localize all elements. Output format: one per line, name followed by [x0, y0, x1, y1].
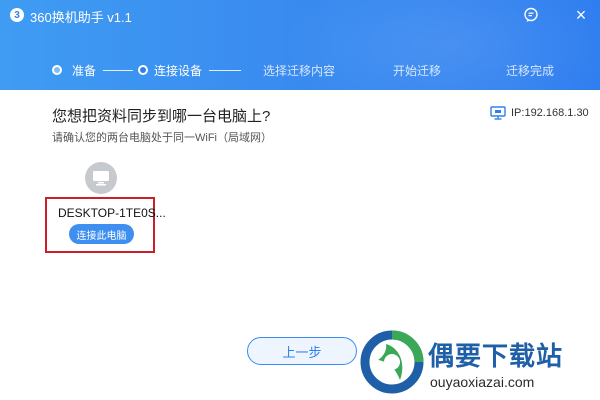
- monitor-icon: [490, 106, 506, 120]
- wifi-hint: 请确认您的两台电脑处于同一WiFi（局域网）: [52, 132, 272, 144]
- app-title: 360换机助手 v1.1: [30, 10, 132, 25]
- device-name: DESKTOP-1TE0S...: [58, 206, 166, 220]
- step-prepare: 准备: [72, 64, 97, 78]
- step-connector: [103, 70, 133, 71]
- computer-icon: [85, 162, 117, 194]
- step-select-content: 选择迁移内容: [263, 64, 336, 78]
- connect-this-computer-button[interactable]: 连接此电脑: [69, 224, 134, 244]
- step-start-migration: 开始迁移: [393, 64, 442, 78]
- ip-address: IP:192.168.1.30: [511, 107, 589, 119]
- step-connect-device: 连接设备: [154, 64, 203, 78]
- chat-bubble-icon[interactable]: [522, 6, 540, 24]
- step-dot-connect: [138, 65, 148, 75]
- close-icon[interactable]: ×: [572, 5, 590, 25]
- page-question: 您想把资料同步到哪一台电脑上?: [52, 108, 271, 125]
- step-connector: [209, 70, 241, 71]
- step-dot-prepare: [52, 65, 62, 75]
- watermark-logo-icon: [360, 330, 424, 394]
- watermark-title: 偶要下载站: [428, 341, 564, 371]
- title-bar: 3 360换机助手 v1.1 × 准备 连接设备 选择迁移内容 开始迁移 迁移完…: [0, 0, 600, 90]
- previous-step-button[interactable]: 上一步: [247, 337, 357, 365]
- step-migration-complete: 迁移完成: [506, 64, 555, 78]
- progress-steps: 准备 连接设备 选择迁移内容 开始迁移 迁移完成: [0, 58, 600, 82]
- ip-indicator: IP:192.168.1.30: [490, 106, 589, 120]
- app-logo-icon: 3: [10, 8, 24, 22]
- site-watermark: 偶要下载站 ouyaoxiazai.com: [360, 330, 595, 396]
- watermark-url: ouyaoxiazai.com: [430, 374, 535, 390]
